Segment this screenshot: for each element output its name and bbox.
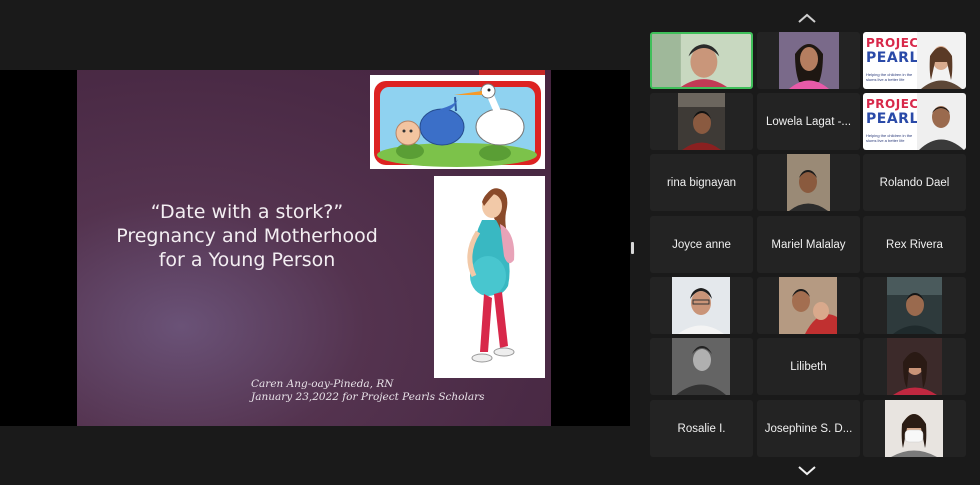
participant-name: Rolando Dael (879, 176, 950, 189)
logo-tagline: Helping the children in the slums live a… (866, 72, 913, 82)
participant-tile[interactable] (863, 338, 966, 395)
participant-video (917, 32, 966, 89)
participant-tile[interactable] (650, 338, 753, 395)
participant-tile[interactable]: PROJECT PEARLS Helping the children in t… (863, 32, 966, 89)
project-pearls-logo: PROJECT PEARLS Helping the children in t… (863, 32, 929, 89)
chevron-up-icon[interactable] (796, 11, 818, 23)
participant-video (652, 34, 751, 87)
chevron-down-icon[interactable] (796, 464, 818, 476)
slide-title-line-2: Pregnancy and Motherhood (116, 225, 378, 247)
pregnant-woman-illustration (434, 176, 545, 378)
participant-name: Rosalie I. (677, 422, 726, 435)
participant-video (887, 277, 942, 334)
participant-tile[interactable] (650, 277, 753, 334)
split-view-resize-handle[interactable] (631, 242, 634, 254)
participant-tile[interactable]: Rolando Dael (863, 154, 966, 211)
participant-tile[interactable] (650, 32, 753, 89)
participant-video (779, 277, 837, 334)
slide-author: Caren Ang-oay-Pineda, RN January 23,2022… (251, 378, 485, 404)
slide-title: “Date with a stork?” Pregnancy and Mothe… (77, 200, 417, 272)
participant-tile[interactable]: Joyce anne (650, 216, 753, 273)
participant-video (672, 338, 730, 395)
participant-tile[interactable] (757, 32, 860, 89)
participant-tile[interactable] (757, 277, 860, 334)
participant-video (779, 32, 839, 89)
slide-title-line-3: for a Young Person (158, 249, 336, 271)
participant-video (917, 93, 966, 150)
shared-screen[interactable]: “Date with a stork?” Pregnancy and Mothe… (0, 70, 630, 426)
slide-author-line-2: January 23,2022 for Project Pearls Schol… (251, 391, 485, 403)
participant-video (672, 277, 730, 334)
participant-tile[interactable] (757, 154, 860, 211)
slide-author-line-1: Caren Ang-oay-Pineda, RN (251, 378, 394, 390)
participant-name: Rex Rivera (886, 238, 943, 251)
stork-illustration (370, 75, 545, 169)
participant-tile[interactable]: Lowela Lagat -... (757, 93, 860, 150)
participant-name: rina bignayan (666, 176, 737, 189)
participant-tile[interactable]: rina bignayan (650, 154, 753, 211)
presentation-slide: “Date with a stork?” Pregnancy and Mothe… (77, 70, 551, 426)
participant-video (787, 154, 830, 211)
logo-tagline: Helping the children in the slums live a… (866, 133, 913, 143)
participant-tile[interactable]: PROJECT PEARLS Helping the children in t… (863, 93, 966, 150)
participant-gallery: PROJECT PEARLS Helping the children in t… (650, 32, 966, 458)
participant-video (887, 338, 942, 395)
participant-name: Joyce anne (672, 238, 731, 251)
participant-tile[interactable]: Rosalie I. (650, 400, 753, 457)
participant-video (678, 93, 725, 150)
participant-name: Mariel Malalay (771, 238, 846, 251)
participant-tile[interactable] (863, 277, 966, 334)
participant-name: Josephine S. D... (764, 422, 853, 435)
meeting-window: “Date with a stork?” Pregnancy and Mothe… (0, 0, 980, 485)
participant-tile[interactable] (650, 93, 753, 150)
participant-tile[interactable]: Mariel Malalay (757, 216, 860, 273)
participant-tile[interactable]: Josephine S. D... (757, 400, 860, 457)
project-pearls-logo: PROJECT PEARLS Helping the children in t… (863, 93, 929, 150)
participant-tile[interactable]: Lilibeth (757, 338, 860, 395)
participant-tile[interactable]: Rex Rivera (863, 216, 966, 273)
participant-video (885, 400, 943, 457)
slide-title-line-1: “Date with a stork?” (150, 201, 344, 223)
participant-tile[interactable] (863, 400, 966, 457)
participant-name: Lowela Lagat -... (765, 115, 852, 128)
participant-name: Lilibeth (790, 360, 827, 373)
